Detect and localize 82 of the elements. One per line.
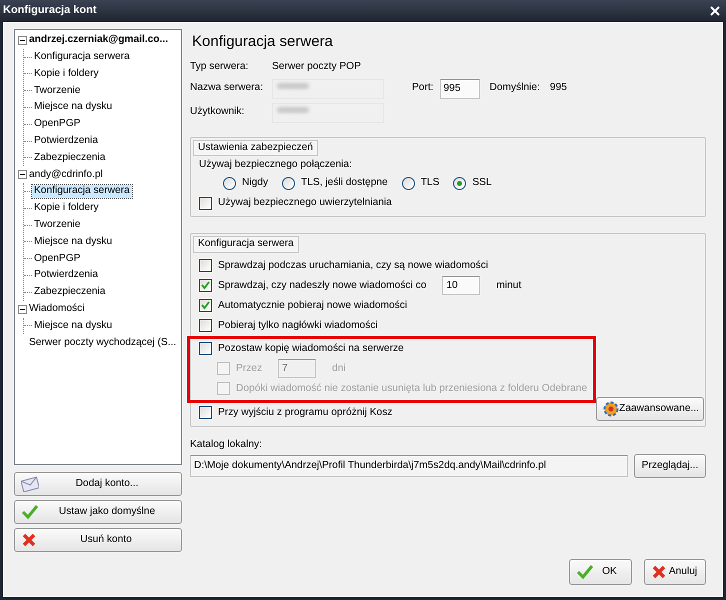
tree-item[interactable]: Kopie i foldery bbox=[32, 68, 101, 80]
radio-button[interactable] bbox=[402, 176, 415, 190]
checkbox[interactable] bbox=[199, 196, 212, 210]
user-field[interactable] bbox=[272, 102, 384, 122]
tree-item[interactable]: OpenPGP bbox=[32, 118, 82, 130]
dialog-button[interactable]: OK bbox=[569, 559, 632, 585]
browse-button[interactable]: Przeglądaj... bbox=[634, 454, 706, 478]
cross-icon bbox=[21, 532, 37, 548]
account-button[interactable]: Dodaj konto... bbox=[14, 472, 182, 496]
tree-item[interactable]: Serwer poczty wychodzącej (S... bbox=[27, 336, 178, 349]
field-label: Port: bbox=[412, 82, 434, 95]
collapse-icon[interactable] bbox=[18, 304, 27, 314]
tree-item[interactable]: Wiadomości bbox=[27, 303, 86, 316]
path-field[interactable]: D:\Moje dokumenty\Andrzej\Profil Thunderbirda\j7m5s2dq.andy\Mail\cdrinfo.pl bbox=[190, 454, 628, 477]
option-label: Przez bbox=[236, 362, 262, 375]
dialog-button[interactable]: Anuluj bbox=[644, 559, 706, 585]
blurred-text bbox=[276, 80, 310, 90]
tree-item[interactable]: Zabezpieczenia bbox=[32, 152, 108, 164]
port-field[interactable]: 995 bbox=[440, 78, 480, 98]
collapse-icon[interactable] bbox=[18, 36, 27, 45]
tree-item[interactable]: OpenPGP bbox=[32, 252, 82, 265]
check-icon bbox=[21, 504, 39, 520]
tree-item[interactable]: andy@cdrinfo.pl bbox=[27, 168, 105, 181]
option-label: Nigdy bbox=[242, 177, 268, 190]
check-icon bbox=[576, 564, 594, 580]
option-label: Sprawdzaj, czy nadeszły nowe wiadomości co bbox=[218, 280, 426, 292]
field-label: Użytkownik: bbox=[190, 106, 246, 119]
envelope-icon bbox=[21, 476, 39, 492]
option-label: Przy wyjściu z programu opróżnij Kosz bbox=[218, 406, 392, 419]
option-label: Pozostaw kopię wiadomości na serwerze bbox=[218, 342, 404, 355]
option-label: TLS bbox=[420, 177, 440, 190]
tree-item[interactable]: Zabezpieczenia bbox=[32, 286, 108, 298]
gear-icon bbox=[603, 400, 620, 417]
tree-item[interactable]: Potwierdzenia bbox=[32, 135, 100, 148]
checkbox[interactable] bbox=[199, 299, 212, 312]
close-icon[interactable] bbox=[710, 6, 720, 16]
option-label: Pobieraj tylko nagłówki wiadomości bbox=[218, 320, 378, 332]
section-heading: Konfiguracja serwera bbox=[192, 33, 334, 51]
tree-item[interactable]: Kopie i foldery bbox=[32, 202, 101, 214]
blurred-text bbox=[276, 104, 310, 114]
tree-item[interactable]: Konfiguracja serwera bbox=[32, 51, 132, 64]
window-title: Konfiguracja kont bbox=[3, 4, 97, 18]
number-field[interactable]: 10 bbox=[442, 276, 480, 296]
radio-button[interactable] bbox=[223, 176, 236, 190]
option-label: Automatycznie pobieraj nowe wiadomości bbox=[218, 300, 408, 312]
checkbox[interactable] bbox=[199, 342, 212, 356]
checkbox[interactable] bbox=[199, 259, 212, 272]
unit-label: minut bbox=[496, 280, 522, 292]
checkbox[interactable] bbox=[199, 279, 212, 292]
field-value: 995 bbox=[550, 82, 567, 95]
field-label: Nazwa serwera: bbox=[190, 82, 264, 95]
tree-item[interactable]: Miejsce na dysku bbox=[32, 101, 114, 114]
field-value: Serwer poczty POP bbox=[272, 61, 361, 74]
option-label: Używaj bezpiecznego połączenia: bbox=[199, 159, 353, 172]
option-label: Dopóki wiadomość nie zostanie usunięta lub przeniesiona z folderu Odebrane bbox=[236, 382, 588, 395]
radio-button[interactable] bbox=[453, 176, 466, 190]
tree-item[interactable]: Miejsce na dysku bbox=[32, 236, 114, 248]
tree-item[interactable]: Konfiguracja serwera bbox=[32, 185, 132, 198]
tree-item[interactable]: Miejsce na dysku bbox=[32, 320, 114, 332]
tree-item[interactable]: Tworzenie bbox=[32, 219, 82, 232]
tree-item[interactable]: andrzej.czerniak@gmail.co... bbox=[27, 34, 170, 47]
server-name-field[interactable] bbox=[272, 78, 384, 98]
unit-label: dni bbox=[332, 362, 346, 375]
cross-icon bbox=[651, 564, 667, 580]
advanced-button[interactable]: Zaawansowane... bbox=[596, 396, 704, 421]
group-title: Ustawienia zabezpieczeń bbox=[193, 140, 318, 156]
group-title: Konfiguracja serwera bbox=[193, 236, 299, 253]
field-label: Typ serwera: bbox=[190, 61, 250, 74]
option-label: SSL bbox=[472, 177, 492, 190]
tree-item[interactable]: Tworzenie bbox=[32, 84, 82, 97]
checkbox[interactable] bbox=[199, 319, 212, 332]
tree-item[interactable]: Potwierdzenia bbox=[32, 269, 100, 282]
option-label: TLS, jeśli dostępne bbox=[301, 177, 388, 190]
account-button[interactable]: Ustaw jako domyślne bbox=[14, 500, 182, 524]
radio-button[interactable] bbox=[282, 176, 296, 190]
field-label: Domyślnie: bbox=[490, 82, 540, 95]
collapse-icon[interactable] bbox=[18, 170, 27, 180]
account-button[interactable]: Usuń konto bbox=[14, 528, 182, 552]
option-label: Sprawdzaj podczas uruchamiania, czy są nowe wiadomości bbox=[218, 260, 488, 272]
option-label: Używaj bezpiecznego uwierzytelniania bbox=[218, 197, 392, 210]
checkbox[interactable] bbox=[199, 406, 212, 420]
field-label: Katalog lokalny: bbox=[190, 438, 262, 451]
